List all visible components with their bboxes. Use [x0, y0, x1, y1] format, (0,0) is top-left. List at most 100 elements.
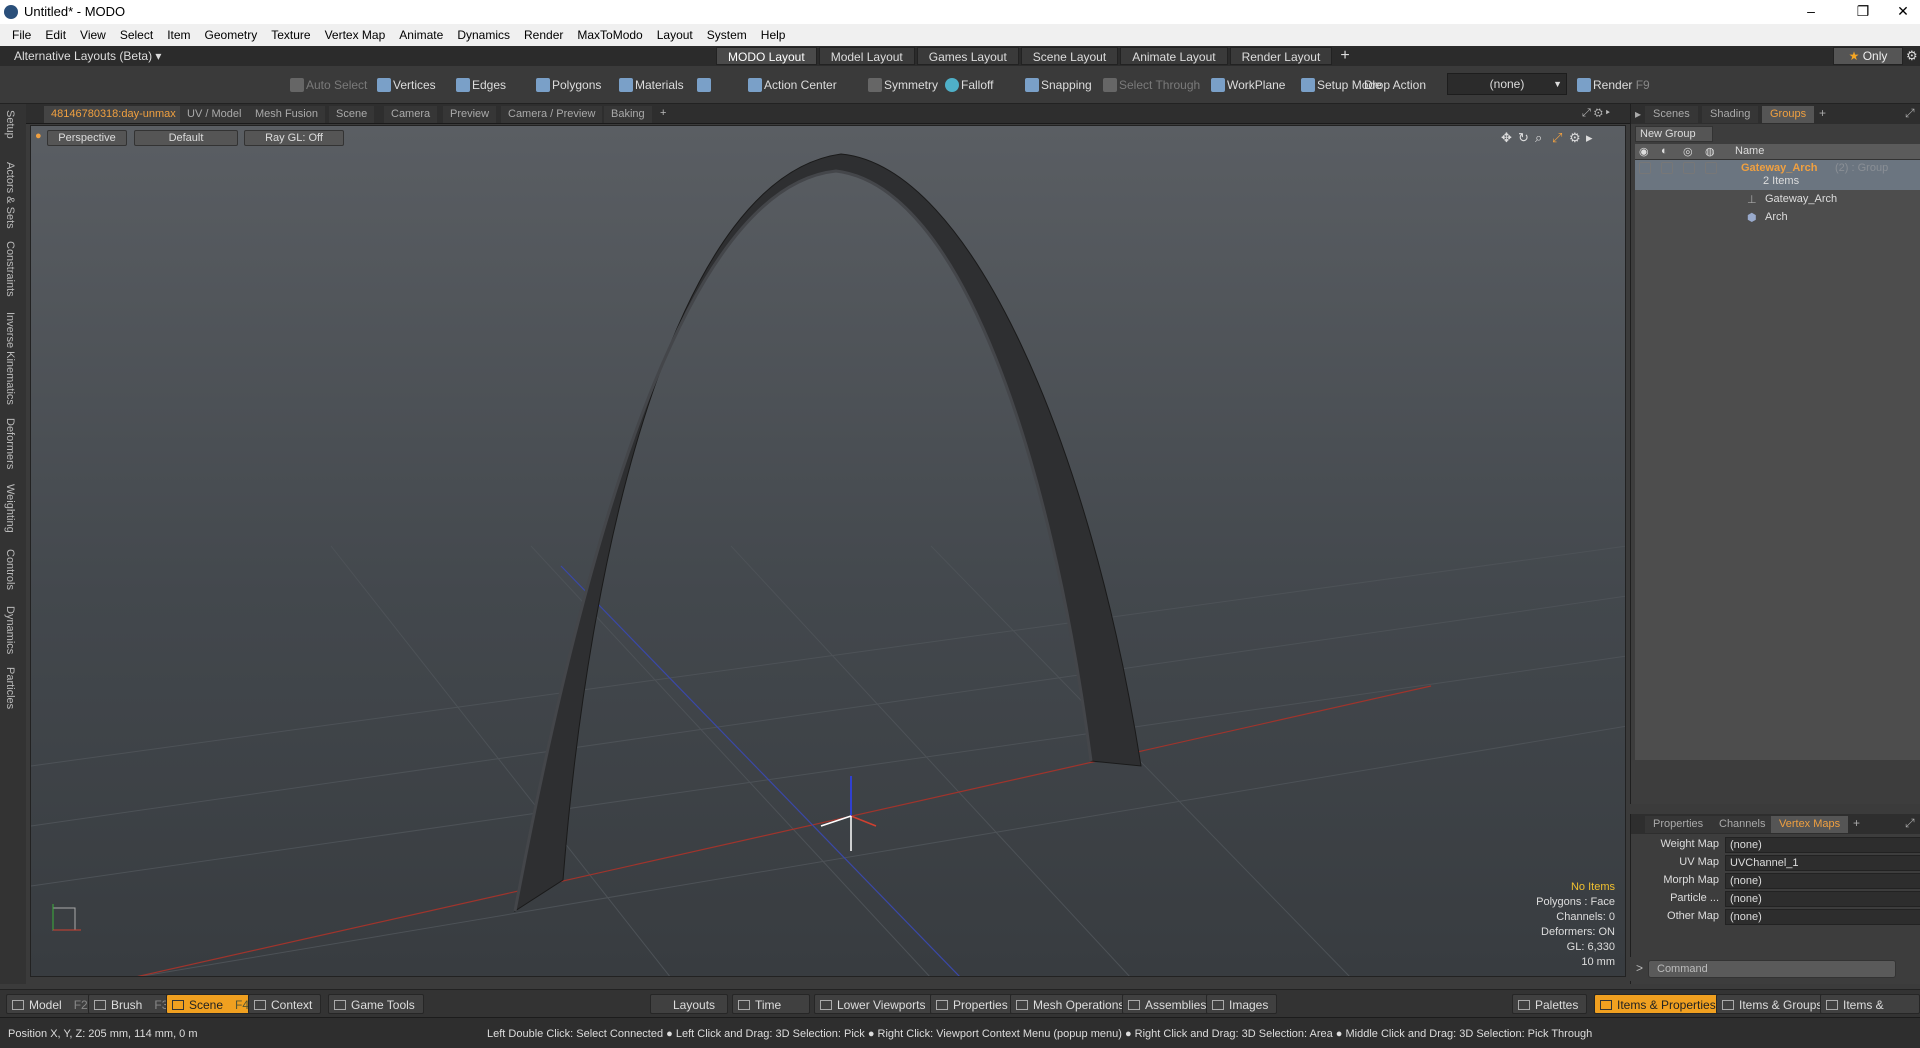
tab-model-layout[interactable]: Model Layout [818, 47, 915, 65]
tab-vertex-maps[interactable]: Vertex Maps [1771, 816, 1849, 833]
morph-map-select[interactable]: (none) [1725, 873, 1920, 889]
lock-toggle[interactable] [1661, 162, 1673, 174]
menu-edit[interactable]: Edit [38, 24, 73, 46]
time-button[interactable]: Time [732, 994, 810, 1014]
viewport-menu-icon[interactable]: ● [35, 130, 42, 142]
snapping-button[interactable]: Snapping [1021, 73, 1098, 97]
new-group-button[interactable]: New Group [1635, 126, 1713, 142]
mesh-operations-button[interactable]: Mesh Operations [1010, 994, 1134, 1014]
assemblies-button[interactable]: Assemblies [1122, 994, 1216, 1014]
name-column-header[interactable]: Name [1735, 145, 1764, 157]
select-through-button[interactable]: Select Through [1099, 73, 1206, 97]
only-toggle[interactable]: ★ Only [1833, 47, 1903, 65]
menu-geometry[interactable]: Geometry [198, 24, 265, 46]
eye-icon[interactable]: ◉ [1639, 145, 1649, 158]
palettes-button[interactable]: Palettes [1512, 994, 1588, 1014]
zoom-icon[interactable]: ⌕ [1535, 130, 1542, 146]
tab-animate-layout[interactable]: Animate Layout [1120, 47, 1228, 65]
menu-item[interactable]: Item [160, 24, 197, 46]
menu-help[interactable]: Help [754, 24, 793, 46]
menu-system[interactable]: System [700, 24, 754, 46]
side-tab-actors-sets[interactable]: Actors & Sets [4, 162, 16, 229]
add-panel-tab-button[interactable]: + [1819, 106, 1826, 120]
3d-viewport[interactable]: ● Perspective Default Ray GL: Off ✥ ↻ ⌕ … [30, 125, 1626, 977]
render-toggle-icon[interactable]: ◎ [1683, 145, 1693, 158]
scene-button[interactable]: Scene F4 [166, 994, 259, 1014]
tab-mesh-fusion[interactable]: Mesh Fusion [248, 106, 325, 123]
menu-dynamics[interactable]: Dynamics [450, 24, 517, 46]
menu-animate[interactable]: Animate [392, 24, 450, 46]
weight-map-select[interactable]: (none) [1725, 837, 1920, 853]
side-tab-constraints[interactable]: Constraints [4, 241, 16, 297]
expand-icon[interactable]: ⤢ ⚙ ▸ [1582, 107, 1610, 120]
vertices-button[interactable]: Vertices [373, 73, 442, 97]
command-input[interactable]: Command [1648, 960, 1896, 978]
side-tab-setup[interactable]: Setup [4, 110, 16, 139]
brush-button[interactable]: Brush F3 [88, 994, 178, 1014]
menu-view[interactable]: View [73, 24, 113, 46]
side-tab-dynamics[interactable]: Dynamics [4, 606, 16, 654]
tab-groups[interactable]: Groups [1762, 106, 1815, 123]
tab-properties[interactable]: Properties [1645, 816, 1712, 833]
menu-render[interactable]: Render [517, 24, 570, 46]
action-center-button[interactable]: Action Center [744, 73, 843, 97]
alternative-layouts-dropdown[interactable]: Alternative Layouts (Beta) ▾ [14, 49, 161, 63]
side-tab-particles[interactable]: Particles [4, 667, 16, 709]
polygons-button[interactable]: Polygons [532, 73, 607, 97]
minimize-button[interactable]: – [1788, 0, 1834, 24]
style-dropdown[interactable]: Default [134, 130, 238, 146]
lock-icon[interactable]: ◐ [1661, 145, 1668, 157]
projection-dropdown[interactable]: Perspective [47, 130, 127, 146]
selection-sets-button[interactable] [693, 73, 739, 97]
items-shading-button[interactable]: Items & Shading [1820, 994, 1920, 1032]
drop-action-select[interactable]: (none) ▼ [1447, 73, 1567, 95]
pan-icon[interactable]: ✥ [1501, 130, 1512, 146]
render-button[interactable]: Render F9 [1573, 73, 1656, 97]
rotate-icon[interactable]: ↻ [1518, 130, 1529, 146]
tab-camera[interactable]: Camera [384, 106, 438, 123]
auto-select-button[interactable]: Auto Select [286, 73, 373, 97]
side-tab-inverse-kinematics[interactable]: Inverse Kinematics [4, 312, 16, 405]
tab-scene-file[interactable]: 48146780318:day-unmax [44, 106, 183, 123]
properties-button[interactable]: Properties [930, 994, 1017, 1014]
tab-scenes[interactable]: Scenes [1645, 106, 1698, 123]
expand-icon[interactable]: ⤢ [1905, 106, 1915, 121]
add-viewport-tab-button[interactable]: + [660, 107, 666, 119]
gear-icon[interactable]: ⚙ [1906, 48, 1918, 64]
tab-render-layout[interactable]: Render Layout [1229, 47, 1333, 65]
falloff-button[interactable]: Falloff [941, 73, 999, 97]
items-groups-button[interactable]: Items & Groups [1716, 994, 1832, 1014]
menu-vertex-map[interactable]: Vertex Map [318, 24, 393, 46]
close-button[interactable]: ✕ [1880, 0, 1920, 24]
panel-menu-icon[interactable]: ▸ [1635, 107, 1641, 121]
add-layout-button[interactable]: + [1340, 47, 1349, 65]
particle-map-select[interactable]: (none) [1725, 891, 1920, 907]
chevron-right-icon[interactable]: ▸ [1586, 130, 1593, 146]
menu-maxtomodo[interactable]: MaxToModo [570, 24, 649, 46]
items-properties-button[interactable]: Items & Properties [1594, 994, 1725, 1014]
add-panel-tab-button[interactable]: + [1853, 816, 1860, 830]
edges-button[interactable]: Edges [452, 73, 512, 97]
menu-layout[interactable]: Layout [650, 24, 700, 46]
game-tools-button[interactable]: Game Tools [328, 994, 424, 1014]
fit-icon[interactable]: ⤢ [1552, 130, 1562, 146]
tab-baking[interactable]: Baking [604, 106, 652, 123]
workplane-button[interactable]: WorkPlane [1207, 73, 1291, 97]
raygl-toggle[interactable]: Ray GL: Off [244, 130, 344, 146]
tab-uv-model[interactable]: UV / Model [180, 106, 249, 123]
model-button[interactable]: Model F2 [6, 994, 97, 1014]
tab-scene-layout[interactable]: Scene Layout [1020, 47, 1119, 65]
tab-preview[interactable]: Preview [443, 106, 497, 123]
tab-scene[interactable]: Scene [329, 106, 375, 123]
group-child-row[interactable]: ⬢ Arch [1635, 210, 1920, 226]
side-tab-weighting[interactable]: Weighting [4, 484, 16, 533]
symmetry-button[interactable]: Symmetry [864, 73, 944, 97]
group-row-gateway-arch[interactable]: Gateway_Arch (2) : Group 2 Items [1635, 160, 1920, 190]
group-child-row[interactable]: ⊥ Gateway_Arch [1635, 192, 1920, 208]
menu-file[interactable]: File [0, 24, 38, 46]
other-map-select[interactable]: (none) [1725, 909, 1920, 925]
tab-modo-layout[interactable]: MODO Layout [716, 47, 817, 65]
menu-texture[interactable]: Texture [264, 24, 317, 46]
context-button[interactable]: Context [248, 994, 322, 1014]
tab-shading[interactable]: Shading [1702, 106, 1759, 123]
